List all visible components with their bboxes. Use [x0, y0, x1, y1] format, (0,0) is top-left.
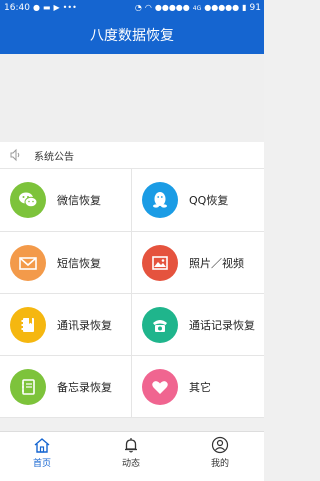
notification-icon: ● [32, 3, 40, 12]
qq-penguin-icon [142, 182, 178, 218]
tab-home[interactable]: 首页 [12, 436, 72, 469]
envelope-icon [10, 245, 46, 281]
tab-label: 动态 [121, 459, 140, 469]
message-icon: ▬ [42, 3, 51, 12]
contact-book-icon [10, 307, 46, 343]
speaker-icon [10, 148, 20, 162]
call-log-recovery-button[interactable]: 通话记录恢复 [132, 294, 263, 356]
tab-label: 首页 [32, 459, 51, 469]
feature-label: 照片／视频 [189, 257, 244, 270]
alarm-icon: ◔ [134, 3, 142, 12]
feature-label: QQ恢复 [189, 194, 229, 207]
play-icon: ▶ [53, 3, 60, 12]
feature-label: 其它 [189, 381, 211, 394]
network-type: 4G [192, 4, 202, 12]
feature-label: 微信恢复 [57, 194, 101, 207]
tab-label: 我的 [210, 459, 229, 469]
feature-label: 备忘录恢复 [57, 381, 112, 394]
tab-mine[interactable]: 我的 [190, 436, 250, 469]
wechat-icon [10, 182, 46, 218]
image-icon [142, 245, 178, 281]
sms-recovery-button[interactable]: 短信恢复 [0, 232, 131, 294]
wechat-recovery-button[interactable]: 微信恢复 [0, 169, 131, 231]
heart-icon [142, 369, 178, 405]
notebook-icon [10, 369, 46, 405]
home-icon [34, 438, 50, 453]
memo-recovery-button[interactable]: 备忘录恢复 [0, 356, 131, 418]
page-title: 八度数据恢复 [90, 28, 174, 44]
battery-level: 91 [249, 3, 261, 13]
banner-area[interactable] [0, 54, 264, 142]
battery-icon: ▮ [242, 3, 247, 12]
tab-activity[interactable]: 动态 [101, 436, 161, 469]
system-notice[interactable]: 系统公告 [0, 142, 264, 169]
bottom-tab-bar: 首页 动态 我的 [0, 431, 264, 481]
more-icon: ••• [62, 3, 77, 12]
wifi-icon: ◠ [144, 3, 152, 12]
qq-recovery-button[interactable]: QQ恢复 [132, 169, 263, 231]
feature-label: 通话记录恢复 [189, 319, 255, 332]
contacts-recovery-button[interactable]: 通讯录恢复 [0, 294, 131, 356]
user-icon [211, 436, 229, 454]
telephone-icon [142, 307, 178, 343]
other-recovery-button[interactable]: 其它 [132, 356, 263, 418]
status-time: 16:40 [4, 3, 30, 13]
signal-icon-2: ●●●●● [204, 3, 240, 12]
feature-label: 短信恢复 [57, 257, 101, 270]
photo-video-recovery-button[interactable]: 照片／视频 [132, 232, 263, 294]
feature-label: 通讯录恢复 [57, 319, 112, 332]
title-bar: 八度数据恢复 [0, 18, 264, 54]
signal-icon: ●●●●● [154, 3, 190, 12]
status-bar: 16:40 ● ▬ ▶ ••• ◔ ◠ ●●●●● 4G ●●●●● ▮ 91 [0, 0, 264, 18]
bell-icon [125, 438, 137, 453]
notice-label: 系统公告 [34, 151, 74, 163]
